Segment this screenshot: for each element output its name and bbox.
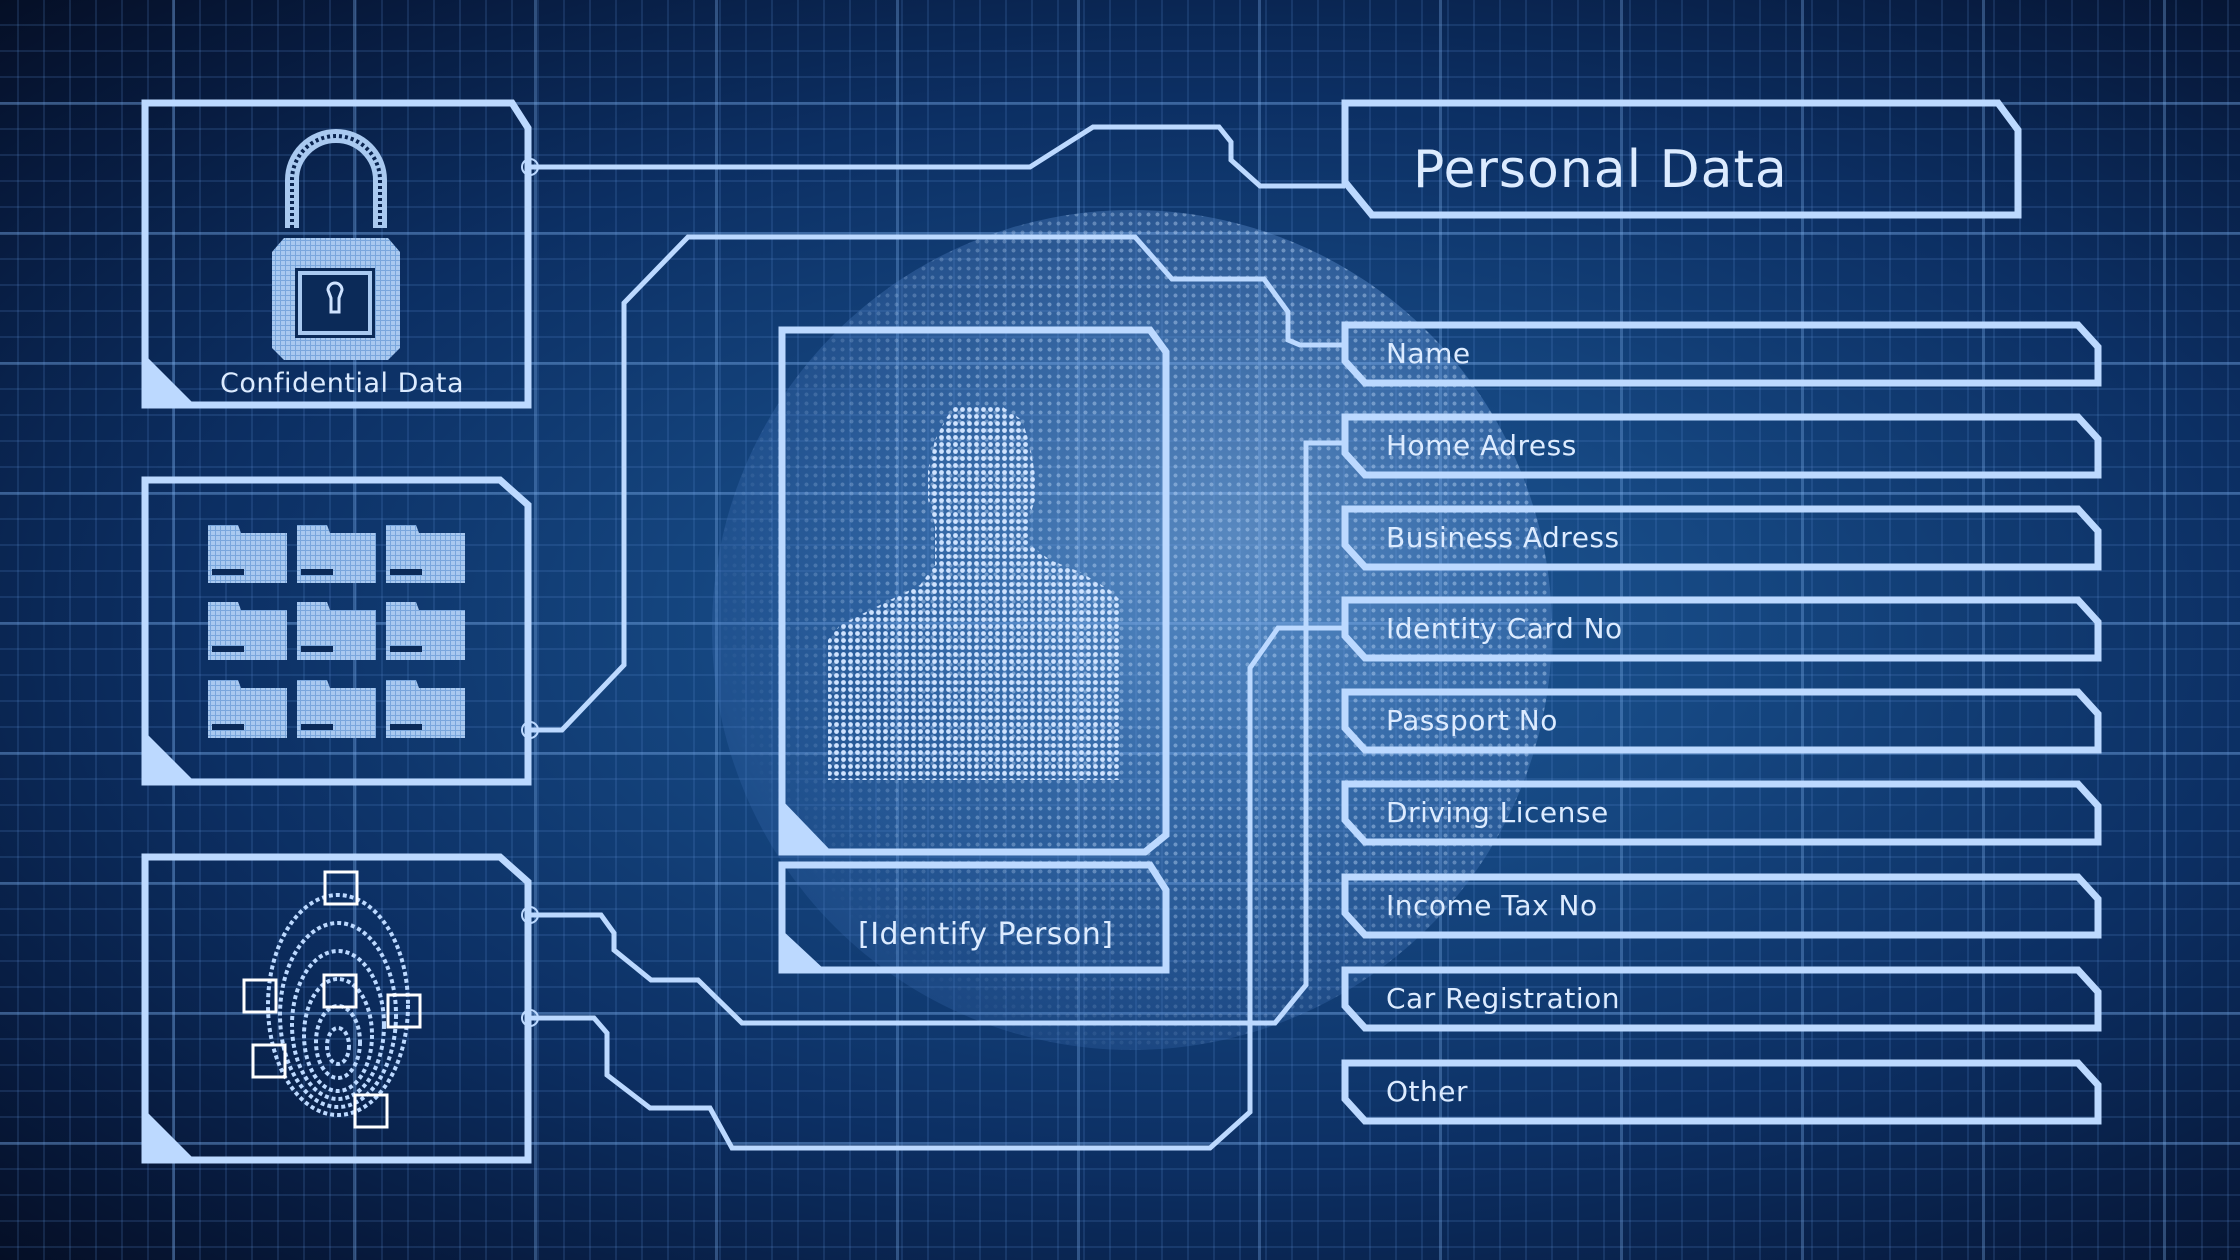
field-income-tax-no[interactable]: Income Tax No xyxy=(1345,877,2098,935)
field-car-registration[interactable]: Car Registration xyxy=(1345,970,2098,1028)
field-label: Home Adress xyxy=(1386,429,1577,462)
field-label: Driving License xyxy=(1386,796,1609,829)
field-label: Car Registration xyxy=(1386,982,1620,1015)
field-passport-no[interactable]: Passport No xyxy=(1345,692,2098,750)
field-label: Other xyxy=(1386,1075,1469,1108)
field-label: Passport No xyxy=(1386,704,1558,737)
field-home-adress[interactable]: Home Adress xyxy=(1345,417,2098,475)
field-driving-license[interactable]: Driving License xyxy=(1345,784,2098,842)
field-label: Name xyxy=(1386,337,1471,370)
field-label: Identity Card No xyxy=(1386,612,1623,645)
field-label: Business Adress xyxy=(1386,521,1620,554)
field-identity-card-no[interactable]: Identity Card No xyxy=(1345,600,2098,658)
field-label: Income Tax No xyxy=(1386,889,1598,922)
field-business-adress[interactable]: Business Adress xyxy=(1345,509,2098,567)
field-name[interactable]: Name xyxy=(1345,325,2098,383)
field-other[interactable]: Other xyxy=(1345,1063,2098,1121)
